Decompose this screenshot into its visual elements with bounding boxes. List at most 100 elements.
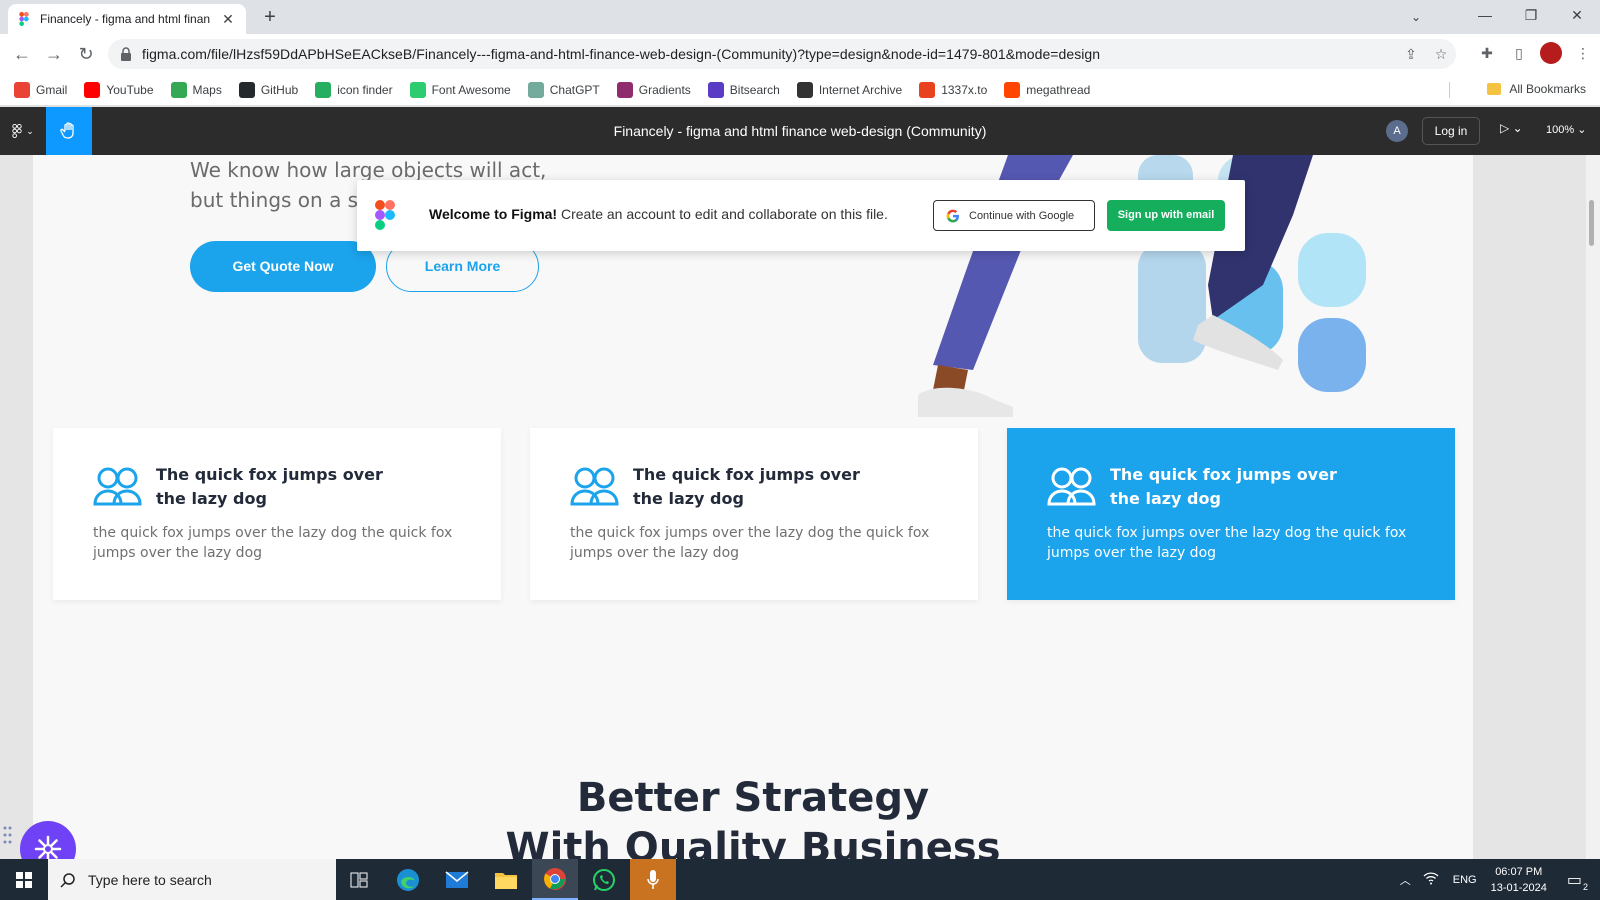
edge-icon[interactable] [385, 859, 431, 900]
bookmark-icon-finder[interactable]: icon finder [315, 81, 393, 98]
notifications-icon[interactable]: ▭ 2 [1567, 870, 1588, 892]
show-hidden-icons-icon[interactable]: ︿ [1400, 872, 1411, 888]
card-body: the quick fox jumps over the lazy dog th… [570, 525, 930, 561]
bookmark-star-icon[interactable]: ☆ [1426, 46, 1456, 63]
maps-icon [170, 81, 187, 98]
github-icon [238, 81, 255, 98]
get-quote-button[interactable]: Get Quote Now [190, 241, 376, 292]
new-tab-button[interactable]: + [258, 6, 282, 30]
chrome-icon[interactable] [532, 859, 578, 900]
feature-card: The quick fox jumps over the lazy dog the… [53, 428, 501, 600]
forward-icon[interactable]: → [42, 42, 66, 66]
bookmark-label: icon finder [337, 82, 393, 97]
bookmark-gmail[interactable]: Gmail [14, 81, 68, 98]
figma-favicon-icon [19, 12, 29, 26]
clock-time: 06:07 PM [1495, 865, 1543, 878]
whatsapp-icon[interactable] [581, 859, 627, 900]
welcome-message: Welcome to Figma! Create an account to e… [429, 206, 888, 222]
address-bar[interactable]: figma.com/file/lHzsf59DdAPbHSeEACkseB/Fi… [108, 39, 1456, 69]
login-button[interactable]: Log in [1422, 117, 1480, 145]
drag-handle-icon[interactable] [3, 825, 13, 845]
bookmark-bitsearch[interactable]: Bitsearch [707, 81, 780, 98]
system-tray: ︿ ENG 06:07 PM 13-01-2024 ▭ 2 [1400, 859, 1600, 900]
figma-logo-icon [375, 200, 395, 230]
share-icon[interactable]: ⇪ [1396, 46, 1426, 63]
close-window-icon[interactable]: ✕ [1554, 0, 1600, 30]
archive-icon [796, 81, 813, 98]
voice-recorder-icon[interactable] [630, 859, 676, 900]
restore-icon[interactable]: ❐ [1508, 0, 1554, 30]
bitsearch-icon [707, 81, 724, 98]
all-bookmarks-folder[interactable]: All Bookmarks [1487, 82, 1586, 96]
menu-icon[interactable]: ⋮ [1572, 42, 1594, 64]
welcome-text: Create an account to edit and collaborat… [557, 206, 888, 222]
browser-tab[interactable]: Financely - figma and html finan ✕ [8, 4, 246, 34]
card-title: The quick fox jumps over the lazy dog [1110, 465, 1337, 508]
url-text[interactable]: figma.com/file/lHzsf59DdAPbHSeEACkseB/Fi… [142, 46, 1396, 62]
bookmark-label: Maps [192, 82, 222, 97]
windows-taskbar: Type here to search ︿ ENG 06:07 PM 13-01… [0, 859, 1600, 900]
bookmark-maps[interactable]: Maps [170, 81, 222, 98]
strategy-heading: Better Strategy With Quality Business [33, 773, 1473, 859]
tab-title: Financely - figma and html finan [40, 12, 211, 26]
bookmark-internet-archive[interactable]: Internet Archive [796, 81, 902, 98]
side-panel-icon[interactable]: ▯ [1508, 42, 1530, 64]
bookmark-label: 1337x.to [941, 82, 988, 97]
zoom-level[interactable]: 100% ⌄ [1546, 123, 1586, 136]
present-icon[interactable]: ▷ ⌄ [1500, 121, 1523, 135]
scrollbar-thumb[interactable] [1589, 200, 1594, 246]
strategy-heading-line-2: With Quality Business [505, 825, 1001, 859]
user-avatar[interactable]: A [1386, 120, 1408, 142]
1337x-icon [919, 81, 936, 98]
bookmark-font-awesome[interactable]: Font Awesome [409, 81, 511, 98]
bookmark-label: YouTube [106, 82, 154, 97]
bookmark-label: ChatGPT [549, 82, 600, 97]
file-explorer-icon[interactable] [483, 859, 529, 900]
extensions-icon[interactable]: ✚ [1476, 42, 1498, 64]
mail-icon[interactable] [434, 859, 480, 900]
bookmarks-bar: Gmail YouTube Maps GitHub icon finder Font Aw… [0, 74, 1600, 106]
taskbar-search-placeholder: Type here to search [88, 871, 212, 888]
bookmark-gradients[interactable]: Gradients [616, 81, 691, 98]
sign-up-with-email-button[interactable]: Sign up with email [1107, 200, 1225, 231]
fontawesome-icon [409, 81, 426, 98]
users-icon [1047, 467, 1096, 506]
bookmark-label: Gmail [36, 82, 68, 97]
feature-card: The quick fox jumps over the lazy dog the… [530, 428, 978, 600]
task-view-icon[interactable] [336, 859, 382, 900]
google-button-label: Continue with Google [969, 209, 1075, 222]
figma-canvas[interactable]: We know how large objects will act, but … [0, 155, 1600, 859]
browser-toolbar: ← → ↻ figma.com/file/lHzsf59DdAPbHSeEACk… [0, 34, 1600, 74]
bookmark-megathread[interactable]: megathread [1004, 81, 1090, 98]
minimize-icon[interactable]: — [1462, 0, 1508, 30]
bookmark-chatgpt[interactable]: ChatGPT [527, 81, 600, 98]
feature-card: The quick fox jumps over the lazy dog the… [1007, 428, 1455, 600]
taskbar-search-input[interactable]: Type here to search [48, 859, 336, 900]
google-icon [946, 209, 959, 222]
notification-count: 2 [1582, 881, 1588, 892]
clock[interactable]: 06:07 PM 13-01-2024 [1491, 864, 1547, 896]
reddit-icon [1004, 81, 1021, 98]
strategy-heading-line-1: Better Strategy [576, 775, 930, 821]
widget-gear-button[interactable] [20, 821, 76, 859]
site-info-icon[interactable] [120, 47, 132, 61]
bookmarks-separator [1449, 82, 1450, 98]
reload-icon[interactable]: ↻ [74, 42, 98, 66]
window-controls: — ❐ ✕ [1462, 0, 1600, 34]
language-indicator[interactable]: ENG [1453, 874, 1477, 886]
search-icon [60, 872, 75, 888]
file-title: Financely - figma and html finance web-d… [613, 123, 987, 139]
bookmark-1337x-to[interactable]: 1337x.to [919, 81, 988, 98]
iconfinder-icon [315, 81, 332, 98]
wifi-icon[interactable] [1423, 871, 1439, 888]
bookmark-github[interactable]: GitHub [238, 81, 298, 98]
windows-start-icon[interactable] [0, 859, 47, 900]
card-title: The quick fox jumps over the lazy dog [156, 465, 383, 508]
back-icon[interactable]: ← [10, 42, 34, 66]
profile-avatar[interactable] [1540, 42, 1562, 64]
continue-with-google-button[interactable]: Continue with Google [933, 200, 1095, 231]
tab-search-icon[interactable]: ⌄ [1402, 4, 1430, 30]
bookmark-youtube[interactable]: YouTube [84, 81, 154, 98]
card-body: the quick fox jumps over the lazy dog th… [1047, 525, 1407, 561]
close-tab-icon[interactable]: ✕ [220, 11, 236, 28]
